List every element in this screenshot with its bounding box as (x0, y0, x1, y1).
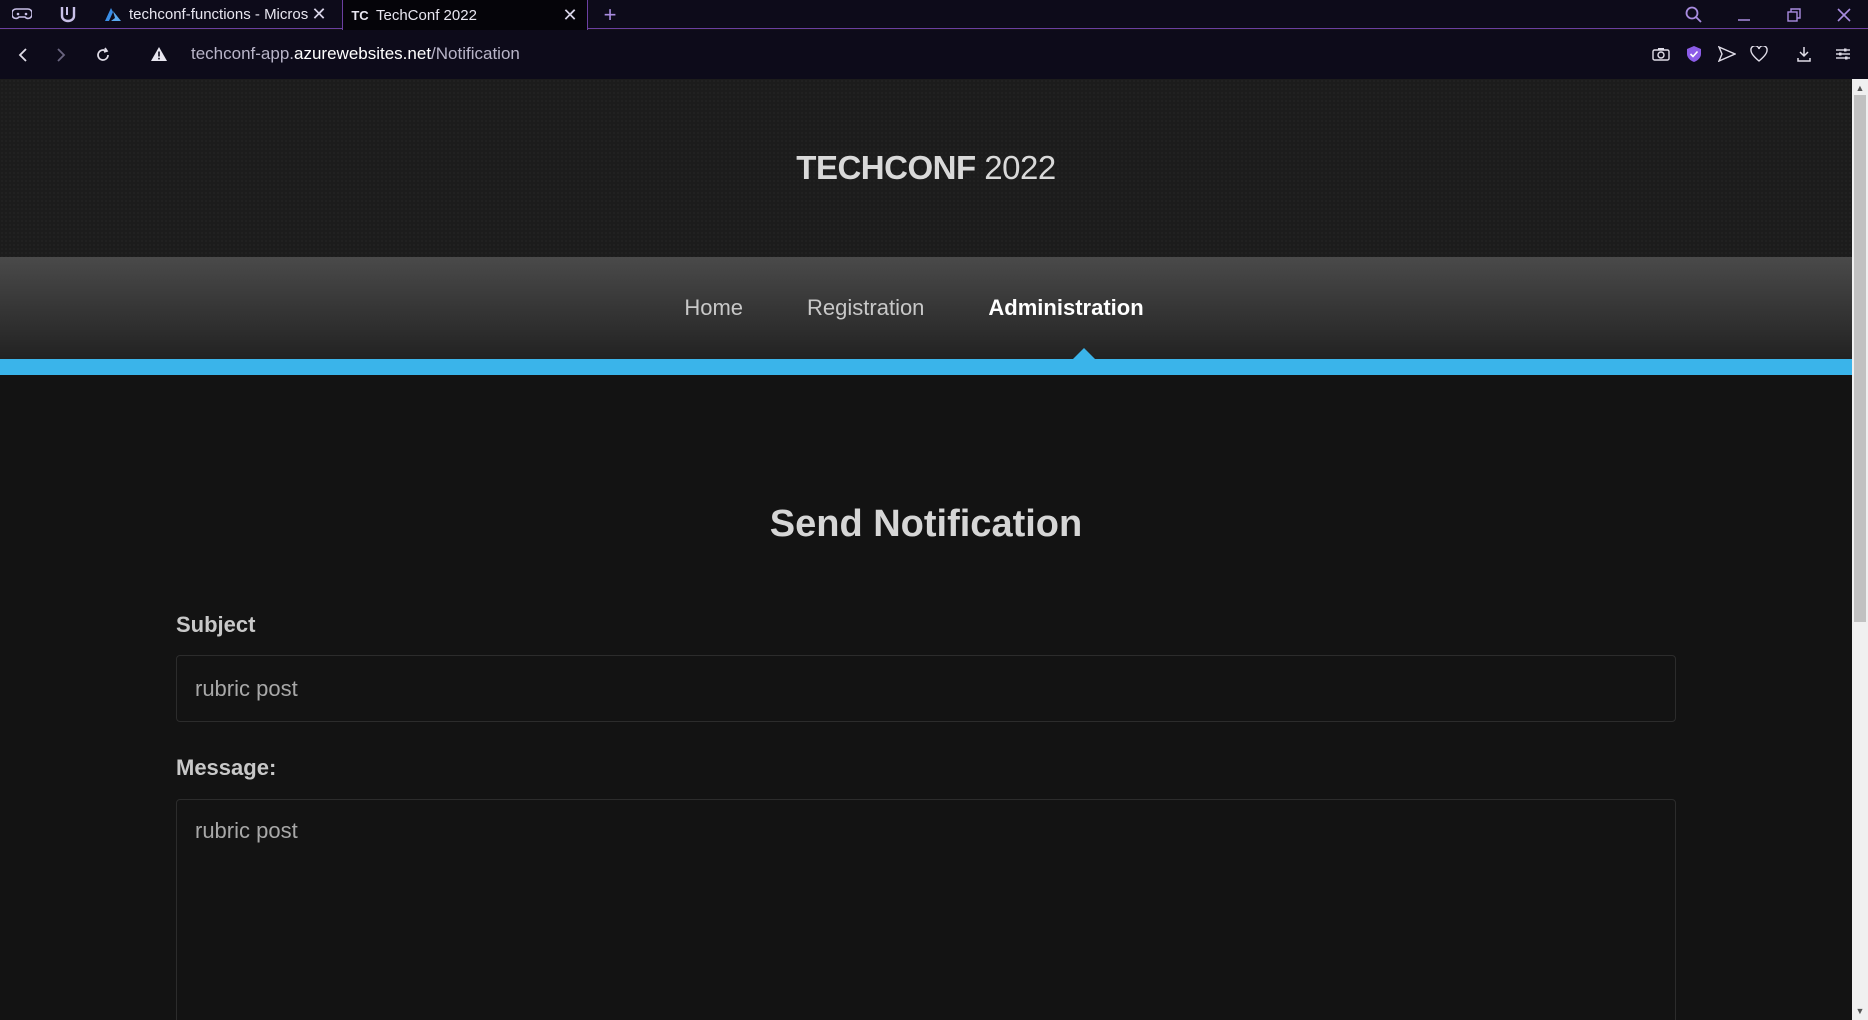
gamepad-icon[interactable] (10, 2, 34, 26)
brand-year: 2022 (984, 149, 1056, 186)
message-label: Message: (176, 755, 277, 780)
azure-icon (104, 6, 122, 24)
send-icon[interactable] (1714, 41, 1740, 67)
minimize-icon[interactable] (1724, 0, 1764, 29)
url-host: azurewebsites.net (294, 44, 432, 63)
web-page: TECHCONF 2022 Home Registration Administ… (0, 79, 1852, 1020)
address-toolbar: techconf-app.azurewebsites.net/Notificat… (0, 30, 1868, 79)
subject-label: Subject (176, 612, 256, 637)
site-navbar: Home Registration Administration (0, 257, 1852, 359)
message-textarea[interactable]: rubric post (176, 799, 1676, 1020)
close-icon[interactable]: ✕ (561, 5, 579, 26)
tab-favicon-text: TC (351, 7, 369, 23)
heart-icon[interactable] (1746, 41, 1772, 67)
url-path: /Notification (431, 44, 520, 63)
brand-name: TECHCONF (796, 149, 976, 186)
tab-strip: techconf-functions - Micros ✕ TC TechCon… (0, 0, 1868, 30)
site-header: TECHCONF 2022 (0, 79, 1852, 257)
url-prefix: techconf-app. (191, 44, 295, 63)
scroll-up-icon[interactable]: ▲ (1852, 81, 1868, 95)
tab-title: techconf-functions - Micros (129, 6, 309, 23)
active-nav-indicator (1073, 348, 1095, 359)
nav-registration[interactable]: Registration (807, 295, 924, 321)
vpn-shield-icon[interactable] (1681, 41, 1707, 67)
message-value: rubric post (195, 818, 298, 843)
close-icon[interactable]: ✕ (310, 4, 328, 25)
tab-title: TechConf 2022 (376, 6, 477, 24)
udacity-icon[interactable] (56, 2, 80, 26)
forward-icon[interactable] (46, 40, 76, 70)
search-tabs-icon[interactable] (1674, 0, 1714, 29)
subject-input[interactable]: rubric post (176, 655, 1676, 722)
scrollbar-thumb[interactable] (1854, 95, 1866, 622)
tab-techconf-functions[interactable]: techconf-functions - Micros ✕ (96, 0, 336, 29)
window-close-icon[interactable] (1824, 0, 1864, 29)
scroll-down-icon[interactable]: ▼ (1852, 1004, 1868, 1018)
nav-home[interactable]: Home (684, 295, 743, 321)
warning-icon[interactable] (148, 43, 170, 65)
camera-icon[interactable] (1648, 41, 1674, 67)
subject-value: rubric post (195, 675, 298, 701)
reload-icon[interactable] (88, 40, 118, 70)
back-icon[interactable] (8, 40, 38, 70)
nav-administration[interactable]: Administration (988, 295, 1143, 321)
site-brand[interactable]: TECHCONF 2022 (796, 149, 1056, 187)
accent-bar (0, 359, 1852, 375)
nav-links: Home Registration Administration (0, 257, 1852, 359)
download-icon[interactable] (1791, 41, 1817, 67)
tab-techconf-2022[interactable]: TC TechConf 2022 ✕ (342, 0, 588, 30)
restore-icon[interactable] (1774, 0, 1814, 29)
new-tab-icon[interactable]: + (596, 0, 624, 29)
address-bar[interactable]: techconf-app.azurewebsites.net/Notificat… (191, 44, 520, 64)
browser-window: techconf-functions - Micros ✕ TC TechCon… (0, 0, 1868, 1020)
page-title: Send Notification (769, 503, 1083, 545)
easy-setup-icon[interactable] (1830, 41, 1856, 67)
